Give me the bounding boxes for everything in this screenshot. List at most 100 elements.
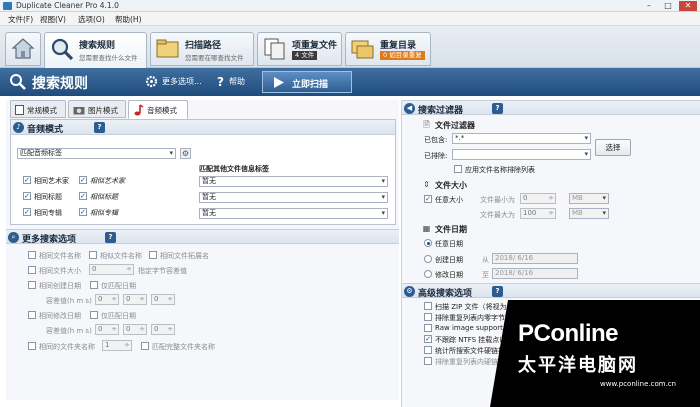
match-other-label: 匹配其他文件信息标签 <box>199 165 269 173</box>
same-filename-checkbox[interactable] <box>28 251 36 259</box>
filter-arrow-icon: ◀ <box>404 103 415 114</box>
to-date-input[interactable]: 2018/ 6/16 <box>492 268 578 279</box>
audio-match-select[interactable]: 匹配音频标签 <box>17 148 176 159</box>
exclude-select[interactable] <box>452 149 591 160</box>
exclude-zero-byte-checkbox[interactable] <box>424 313 432 321</box>
same-artist-checkbox[interactable]: ✓ <box>23 176 31 184</box>
other-tag-select-3[interactable]: 暂无 <box>199 208 388 219</box>
include-select[interactable]: *.* <box>452 133 591 144</box>
duplicate-folders-badge: 0 如目录重复 <box>380 51 425 60</box>
raw-image-checkbox[interactable] <box>424 324 432 332</box>
more-options-help-icon[interactable]: ? <box>105 232 116 243</box>
other-tag-select-1[interactable]: 暂无 <box>199 176 388 187</box>
tab-scan-paths[interactable]: 扫描路径 您需要在哪查找文件 <box>150 32 254 66</box>
home-tab[interactable] <box>5 32 41 66</box>
ntfs-mount-checkbox[interactable]: ✓ <box>424 335 432 343</box>
same-extension-checkbox[interactable] <box>149 251 157 259</box>
audio-settings-icon[interactable]: ⚙ <box>180 148 191 159</box>
music-icon: ♪ <box>13 122 24 133</box>
modified-date-only-checkbox[interactable] <box>90 311 98 319</box>
close-button[interactable]: ✕ <box>679 1 697 11</box>
modified-date-radio[interactable] <box>424 270 432 278</box>
similar-filename-label: 相似文件名称 <box>100 252 142 260</box>
menu-view[interactable]: 视图(V) <box>40 14 66 25</box>
min-size-unit[interactable]: MB <box>569 193 609 204</box>
exclude-hardlink-checkbox[interactable] <box>424 357 432 365</box>
tab-duplicate-files[interactable]: 项重复文件 4 文件 <box>257 32 342 66</box>
modified-tol-h[interactable]: 0 <box>95 324 119 335</box>
any-date-radio[interactable] <box>424 239 432 247</box>
similar-album-checkbox[interactable]: ✓ <box>79 208 87 216</box>
hardlink-count-checkbox[interactable] <box>424 346 432 354</box>
exclude-label: 已排除: <box>424 152 448 160</box>
same-created-checkbox[interactable] <box>28 281 36 289</box>
select-button[interactable]: 选择 <box>595 139 631 156</box>
file-size-title: 文件大小 <box>435 181 467 190</box>
any-size-checkbox[interactable]: ✓ <box>424 195 432 203</box>
modified-date-only-label: 仅匹配日期 <box>101 312 136 320</box>
similar-artist-checkbox[interactable]: ✓ <box>79 176 87 184</box>
maximize-button[interactable]: □ <box>659 1 677 11</box>
advanced-help-icon[interactable]: ? <box>492 286 503 297</box>
max-size-input[interactable]: 100 <box>520 208 556 219</box>
similar-title-checkbox[interactable]: ✓ <box>79 192 87 200</box>
minimize-button[interactable]: – <box>640 1 658 11</box>
more-options-header: ⌕ 更多搜索选项 ? <box>6 229 399 245</box>
created-tol-m[interactable]: 0 <box>123 294 147 305</box>
music-note-icon <box>134 104 144 116</box>
scan-zip-checkbox[interactable] <box>424 302 432 310</box>
app-icon <box>3 2 12 10</box>
folder-depth-input[interactable]: 1 <box>102 340 132 351</box>
similar-artist-label: 相似艺术家 <box>90 177 125 185</box>
advanced-title: 高级搜索选项 <box>418 289 473 299</box>
tab-audio-mode[interactable]: 音频模式 <box>128 100 188 119</box>
apply-exclude-checkbox[interactable] <box>454 165 462 173</box>
menu-help[interactable]: 帮助(H) <box>115 14 142 25</box>
camera-icon <box>73 107 85 115</box>
duplicate-folders-icon <box>351 40 374 59</box>
same-album-checkbox[interactable]: ✓ <box>23 208 31 216</box>
home-icon <box>11 38 35 59</box>
modified-date-label: 修改日期 <box>435 271 463 279</box>
advanced-gear-icon: ⚙ <box>404 286 415 297</box>
tab-duplicate-folders[interactable]: 重复目录 0 如目录重复 <box>345 32 431 66</box>
tab-image-mode-label: 图片模式 <box>88 106 118 115</box>
from-date-input[interactable]: 2018/ 6/16 <box>492 253 578 264</box>
help-link[interactable]: 帮助 <box>229 76 245 87</box>
created-tol-h[interactable]: 0 <box>95 294 119 305</box>
similar-filename-checkbox[interactable] <box>89 251 97 259</box>
section-header: 搜索规则 更多选项... ? 帮助 立即扫描 <box>0 68 700 96</box>
more-options-link[interactable]: 更多选项... <box>162 76 202 87</box>
created-date-only-checkbox[interactable] <box>90 281 98 289</box>
menu-options[interactable]: 选项(O) <box>78 14 105 25</box>
filter-doc-icon: 🗎 <box>423 120 430 129</box>
audio-help-icon[interactable]: ? <box>94 122 105 133</box>
menu-file[interactable]: 文件(F) <box>8 14 33 25</box>
filter-header: ◀ 搜索过滤器 ? <box>402 100 700 116</box>
same-title-label: 相同标题 <box>34 193 62 201</box>
max-size-unit[interactable]: MB <box>569 208 609 219</box>
same-size-checkbox[interactable] <box>28 266 36 274</box>
other-tag-select-2[interactable]: 暂无 <box>199 192 388 203</box>
tab-normal-mode[interactable]: 常规模式 <box>10 100 66 118</box>
same-modified-checkbox[interactable] <box>28 311 36 319</box>
filter-help-icon[interactable]: ? <box>492 103 503 114</box>
filter-title: 搜索过滤器 <box>418 106 464 116</box>
same-folder-checkbox[interactable] <box>28 342 36 350</box>
created-date-radio[interactable] <box>424 255 432 263</box>
scan-now-button[interactable]: 立即扫描 <box>262 71 352 93</box>
tab-search-rules-sub: 您需要查找什么文件 <box>79 54 138 62</box>
search-small-icon: ⌕ <box>8 232 19 243</box>
tab-search-rules[interactable]: 搜索规则 您需要查找什么文件 <box>44 32 147 68</box>
size-tolerance-input[interactable]: 0 <box>89 264 134 275</box>
modified-tol-s[interactable]: 0 <box>151 324 175 335</box>
audio-mode-header: ♪ 音频模式 ? <box>11 120 395 135</box>
same-title-checkbox[interactable]: ✓ <box>23 192 31 200</box>
min-size-input[interactable]: 0 <box>520 193 556 204</box>
full-folder-name-checkbox[interactable] <box>141 342 149 350</box>
include-label: 已包含: <box>424 136 448 144</box>
created-tol-s[interactable]: 0 <box>151 294 175 305</box>
tab-scan-paths-label: 扫描路径 <box>185 41 222 51</box>
tab-image-mode[interactable]: 图片模式 <box>68 100 126 118</box>
modified-tol-m[interactable]: 0 <box>123 324 147 335</box>
